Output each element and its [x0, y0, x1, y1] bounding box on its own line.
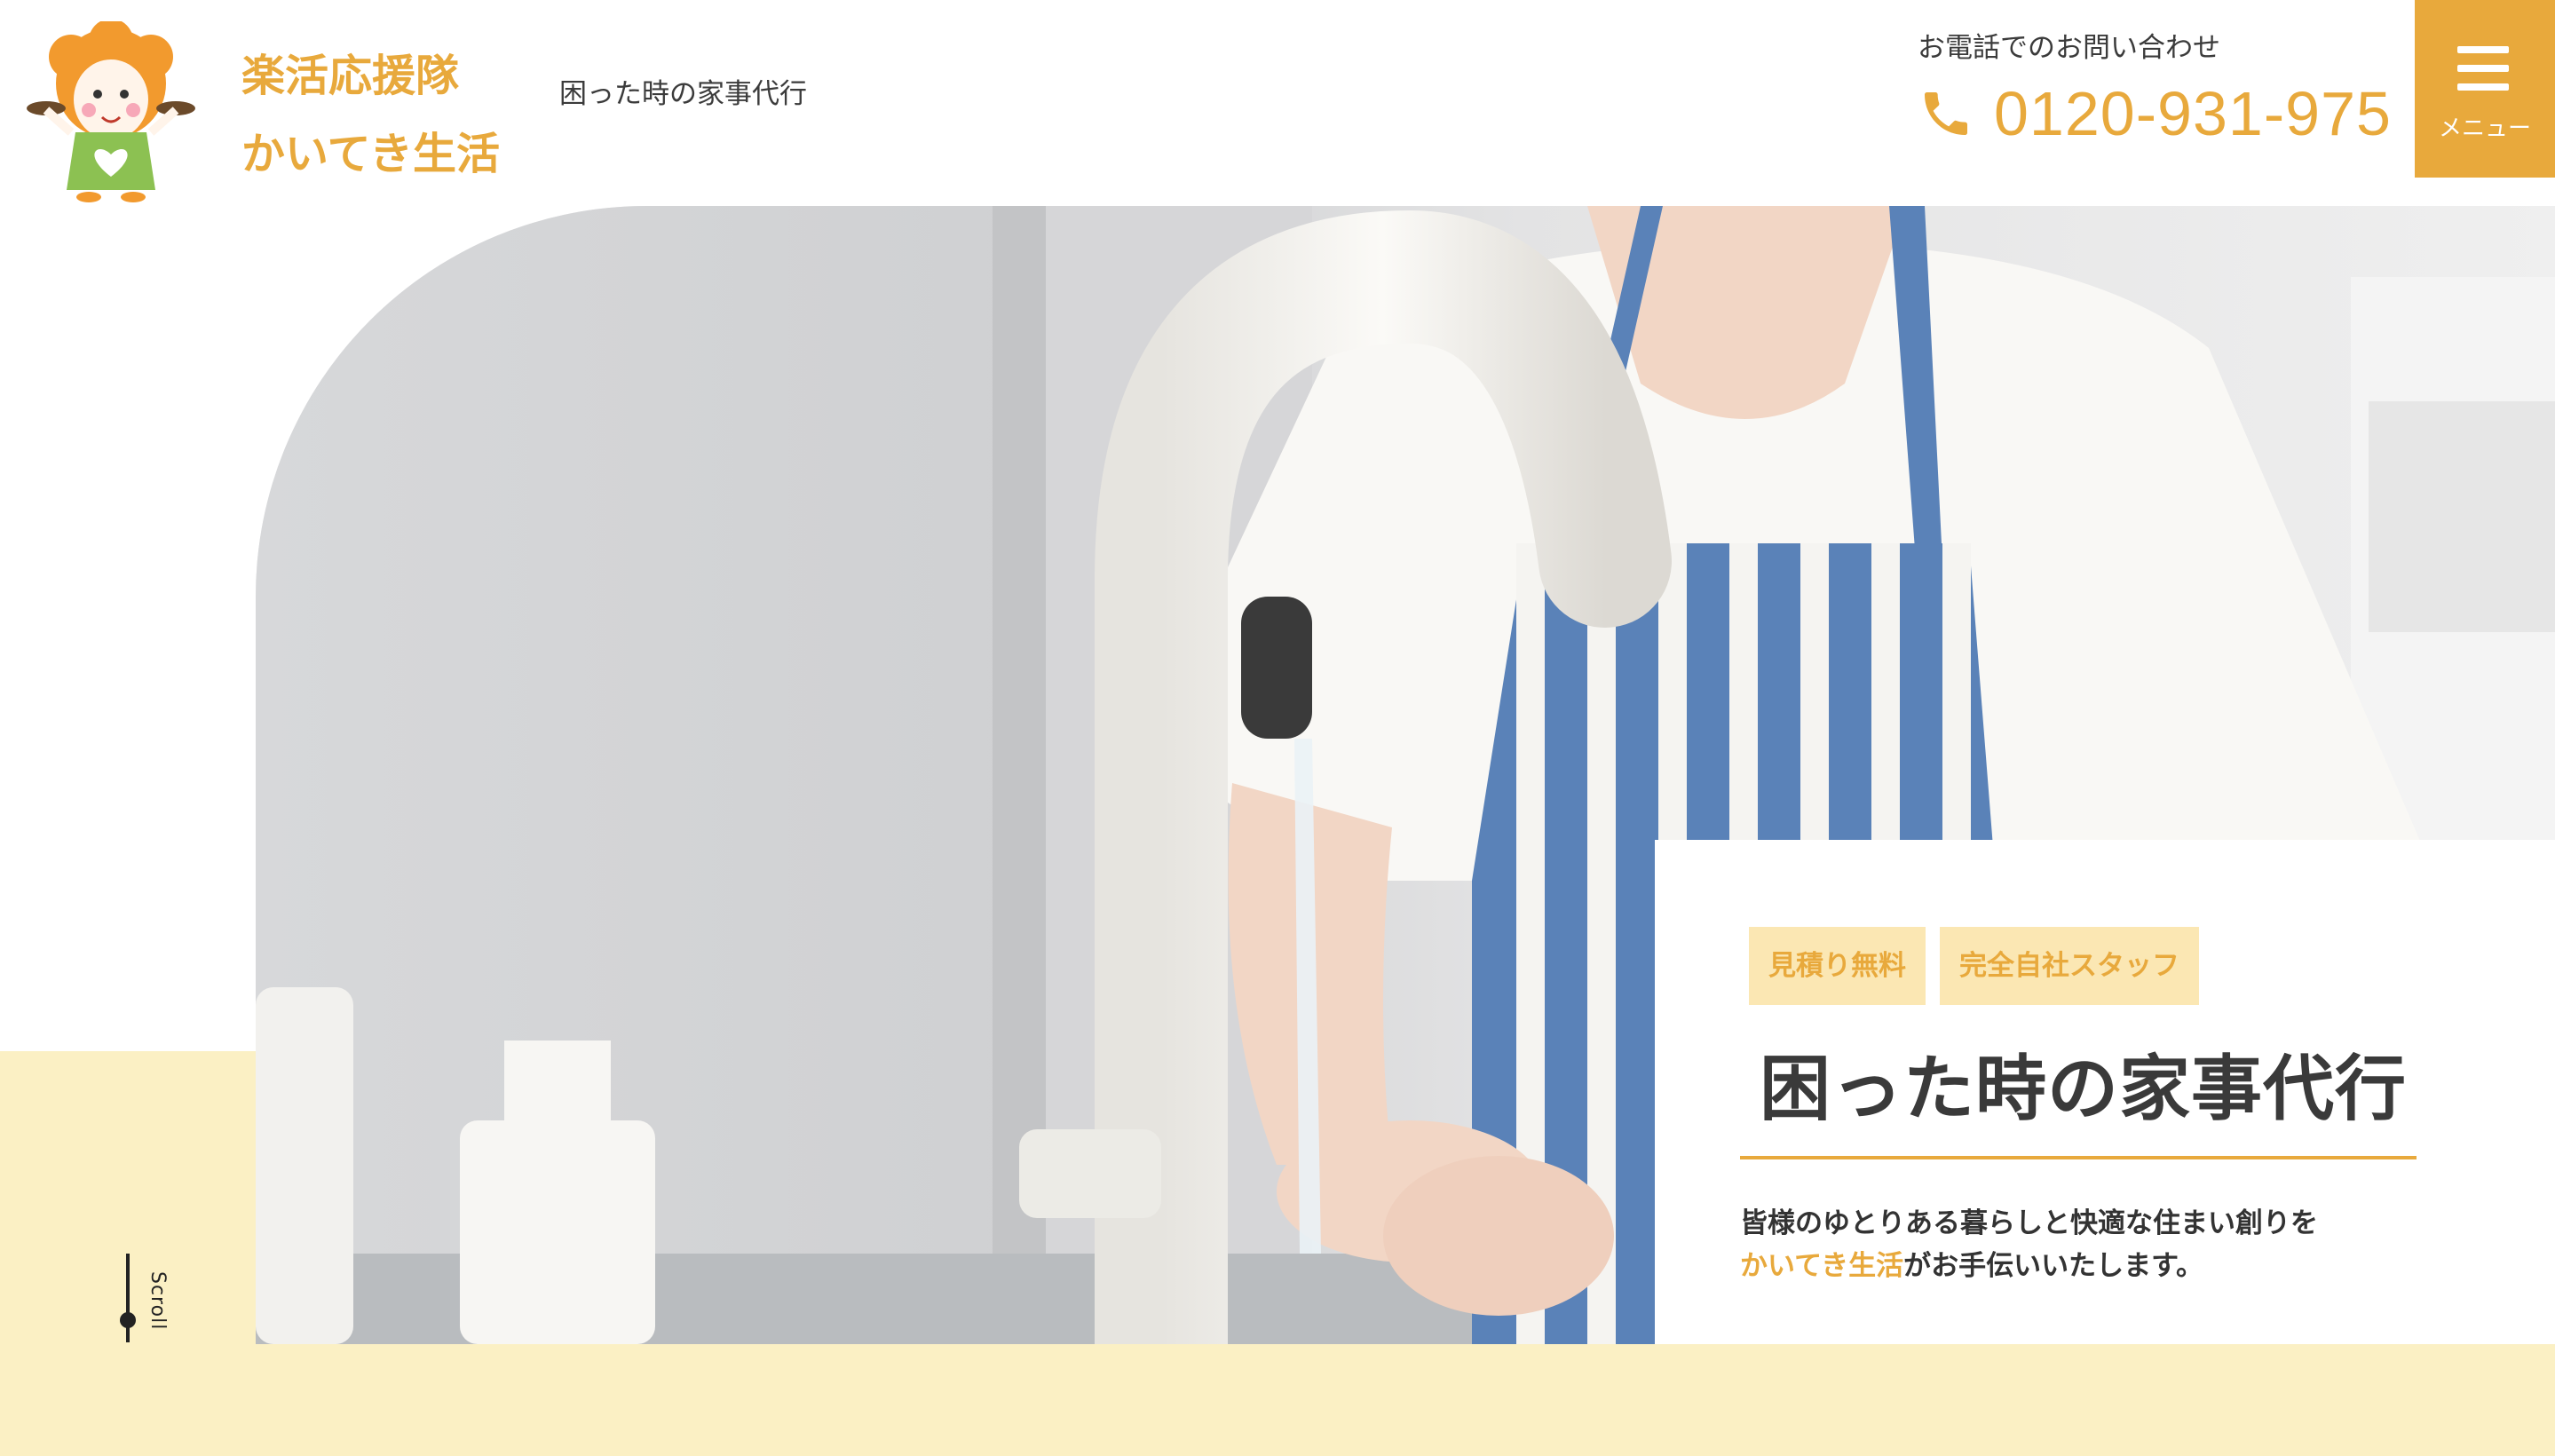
hero-title: 困った時の家事代行	[1760, 1048, 2407, 1130]
phone-contact: お電話でのお問い合わせ 0120-931-975	[1918, 25, 2391, 148]
desc-line-1: 皆様のゆとりある暮らしと快適な住まい創りを	[1740, 1207, 2318, 1239]
badge-free-estimate: 見積り無料	[1749, 927, 1926, 1005]
desc-highlight: かいてき生活	[1740, 1250, 1904, 1282]
desc-line-2: かいてき生活がお手伝いいたします。	[1740, 1245, 2318, 1287]
menu-icon	[2457, 46, 2509, 102]
badge-group: 見積り無料 完全自社スタッフ	[1749, 927, 2199, 1005]
desc-line-2-rest: がお手伝いいたします。	[1903, 1250, 2204, 1282]
decorative-yellow-panel-bottom	[0, 1344, 2555, 1456]
brand-line-1: 楽活応援隊	[241, 51, 460, 101]
title-underline	[1740, 1156, 2417, 1159]
brand-line-2: かいてき生活	[241, 129, 501, 179]
header-tagline: 困った時の家事代行	[559, 78, 807, 110]
menu-button[interactable]: メニュー	[2415, 0, 2555, 178]
menu-label: メニュー	[2438, 115, 2531, 142]
scroll-dot	[120, 1312, 136, 1328]
scroll-label: Scroll	[146, 1271, 169, 1331]
badge-in-house-staff: 完全自社スタッフ	[1940, 927, 2199, 1005]
phone-icon	[1925, 92, 1967, 135]
brand-name[interactable]: 楽活応援隊 かいてき生活	[241, 37, 500, 194]
scroll-indicator[interactable]: Scroll	[120, 1254, 176, 1351]
mascot-logo-icon[interactable]	[27, 19, 195, 203]
contact-label: お電話でのお問い合わせ	[1918, 32, 2220, 64]
scroll-line	[126, 1254, 130, 1342]
phone-link[interactable]: 0120-931-975	[1918, 78, 2392, 149]
hero-info-card: 見積り無料 完全自社スタッフ 困った時の家事代行 皆様のゆとりある暮らしと快適な…	[1655, 840, 2555, 1344]
hero-description: 皆様のゆとりある暮らしと快適な住まい創りを かいてき生活がお手伝いいたします。	[1740, 1202, 2318, 1287]
phone-number: 0120-931-975	[1994, 79, 2392, 148]
